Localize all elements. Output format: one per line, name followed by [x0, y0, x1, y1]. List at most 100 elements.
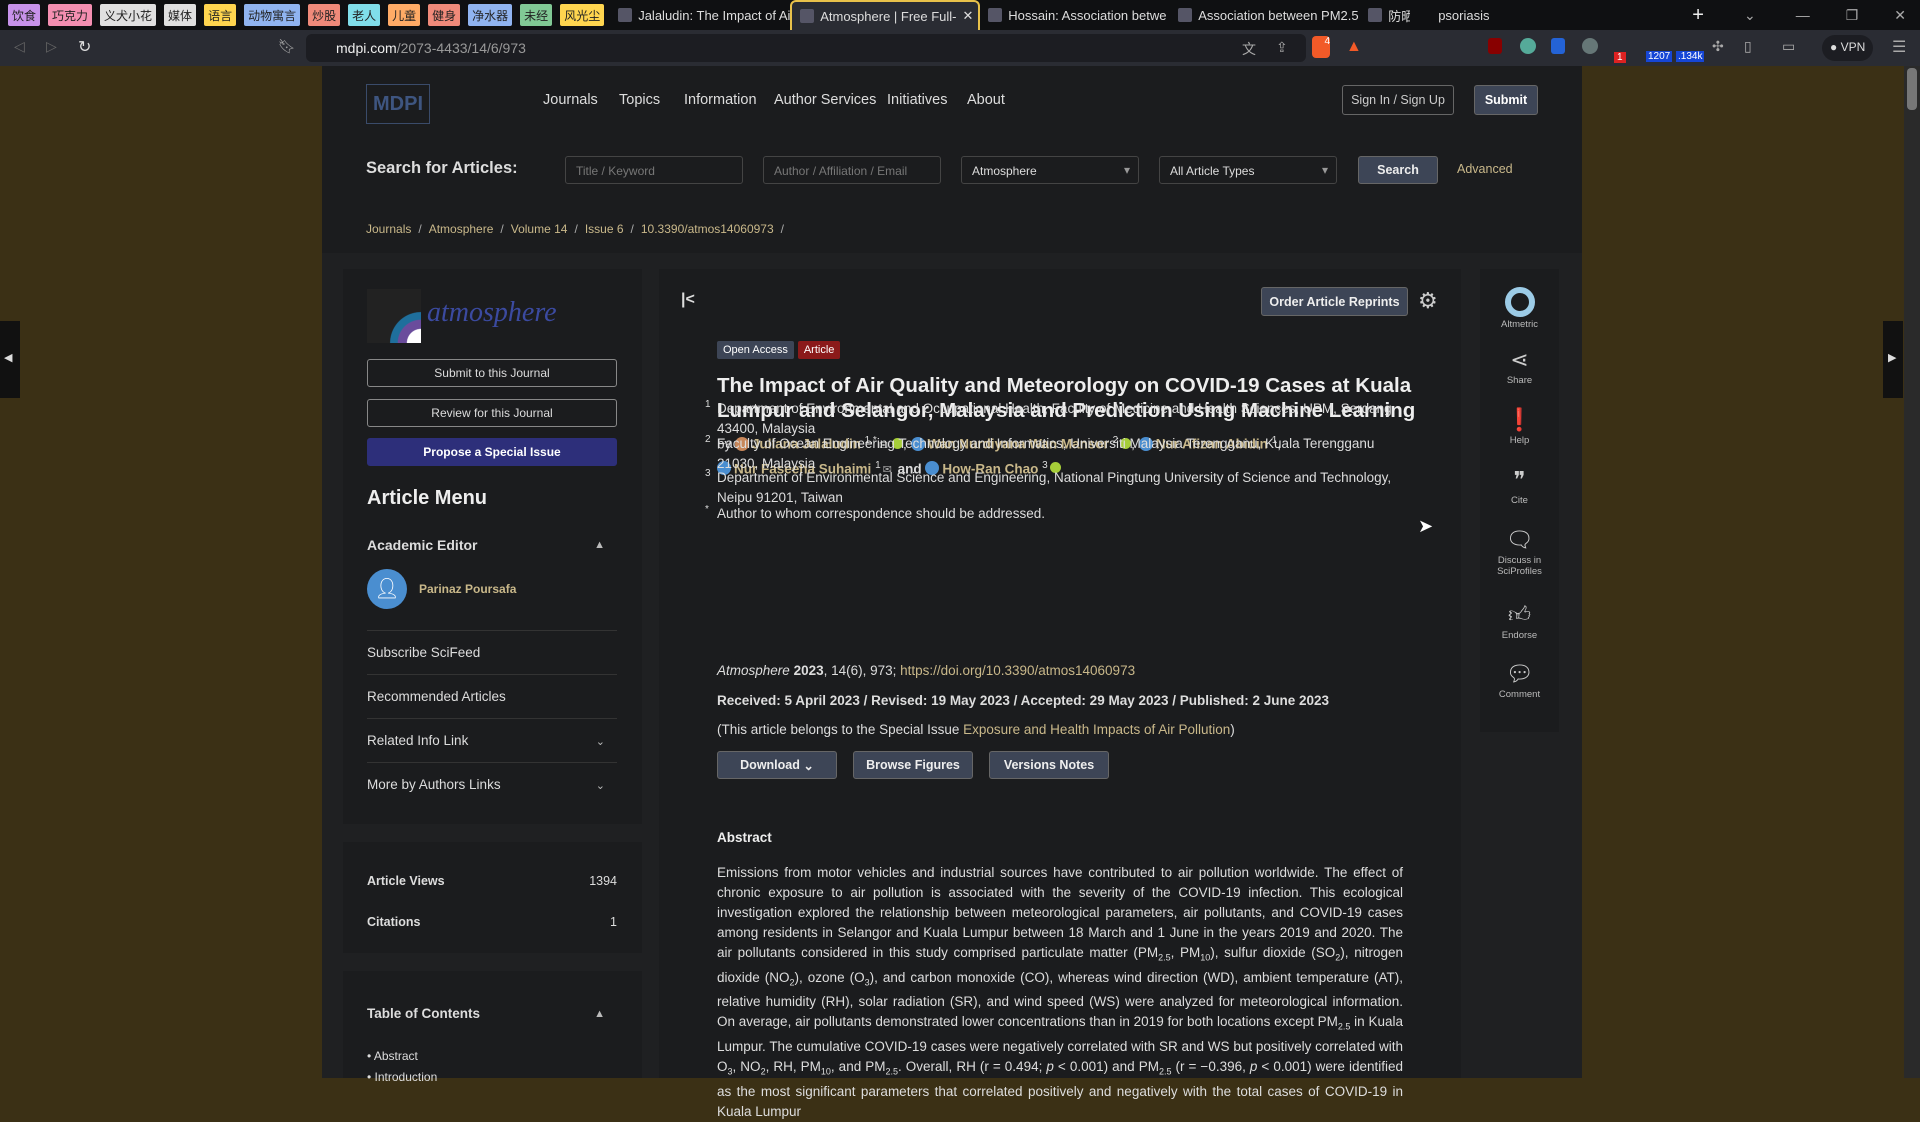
new-tab-button[interactable]: + [1692, 4, 1704, 27]
advanced-search-link[interactable]: Advanced [1457, 162, 1513, 176]
sign-in-button[interactable]: Sign In / Sign Up [1342, 85, 1454, 115]
toc-item[interactable]: • Abstract [367, 1049, 418, 1063]
scrollbar[interactable] [1904, 66, 1920, 1078]
sidebar-tool-discuss[interactable]: 🗨︎ Discuss in SciProfiles [1480, 527, 1559, 577]
journal-cover-logo[interactable] [367, 289, 421, 343]
academic-editor-toggle[interactable]: Academic Editor ▲ [367, 537, 617, 553]
article-menu-item[interactable]: Subscribe SciFeed [367, 630, 617, 674]
right-panel-toggle[interactable]: ▶ [1883, 321, 1903, 398]
nav-initiatives[interactable]: Initiatives [887, 92, 947, 108]
stat-row[interactable]: Article Views 1394 [367, 874, 617, 888]
nav-about[interactable]: About [967, 92, 1005, 108]
address-bar[interactable]: mdpi.com/2073-4433/14/6/973 [306, 34, 1306, 62]
doi-link[interactable]: https://doi.org/10.3390/atmos14060973 [900, 663, 1135, 678]
bookmark-folder[interactable]: 未经 [520, 4, 553, 26]
article-type-select[interactable]: All Article Types [1159, 156, 1337, 184]
journal-select[interactable]: Atmosphere [961, 156, 1139, 184]
breadcrumb-item[interactable]: 10.3390/atmos14060973 [641, 222, 774, 236]
sidebar-tool-altmetric[interactable]: ◯ Altmetric [1480, 287, 1559, 330]
back-button[interactable]: ◁ [14, 38, 25, 55]
nav-author-services[interactable]: Author Services [774, 92, 876, 108]
extension-badge[interactable]: 1 [1614, 52, 1626, 63]
editor-name-link[interactable]: Parinaz Poursafa [419, 582, 516, 596]
translate-icon[interactable]: 文 [1242, 39, 1256, 59]
collapse-sidebar-icon[interactable]: |< [681, 291, 695, 309]
toc-item[interactable]: • Introduction [367, 1070, 437, 1084]
menu-icon[interactable]: ☰ [1892, 37, 1906, 57]
bookmark-folder[interactable]: 语言 [204, 4, 237, 26]
author-input[interactable]: Author / Affiliation / Email [763, 156, 941, 184]
propose-special-issue-button[interactable]: Propose a Special Issue [367, 438, 617, 466]
browser-tab[interactable]: Jalaludin: The Impact of Air [610, 0, 790, 30]
extension-spy-icon[interactable] [1582, 38, 1598, 54]
bookmark-folder[interactable]: 巧克力 [48, 4, 93, 26]
order-reprints-button[interactable]: Order Article Reprints [1261, 287, 1408, 316]
sidebar-icon[interactable]: ▯ [1744, 38, 1752, 55]
left-panel-toggle[interactable]: ◀ [0, 321, 20, 398]
tab-close-icon[interactable]: ✕ [963, 8, 974, 24]
bookmark-folder[interactable]: 媒体 [164, 4, 197, 26]
vpn-button[interactable]: ● VPN [1822, 35, 1874, 61]
breadcrumb-item[interactable]: Atmosphere [429, 222, 494, 236]
toc-toggle[interactable]: Table of Contents ▲ [367, 1006, 617, 1021]
browser-tab[interactable]: psoriasis [1410, 0, 1580, 30]
share-page-icon[interactable]: ⇪ [1276, 39, 1288, 56]
bookmark-folder[interactable]: 净水器 [468, 4, 513, 26]
breadcrumb-item[interactable]: Journals [366, 222, 411, 236]
ublock-icon[interactable] [1488, 38, 1502, 54]
breadcrumb-item[interactable]: Volume 14 [511, 222, 568, 236]
special-issue-link[interactable]: Exposure and Health Impacts of Air Pollu… [963, 722, 1230, 737]
article-menu-item[interactable]: Recommended Articles [367, 674, 617, 718]
tab-search-icon[interactable]: ⌄ [1744, 7, 1756, 24]
mdpi-logo[interactable]: MDPI [366, 84, 430, 124]
bookmark-folder[interactable]: 风光尘 [560, 4, 605, 26]
extension-icon[interactable] [1520, 38, 1536, 54]
brave-shield-icon[interactable]: 4 [1312, 36, 1330, 58]
browser-tab[interactable]: Hossain: Association betwe [980, 0, 1170, 30]
journal-name[interactable]: atmosphere [427, 297, 557, 329]
bookmark-folder[interactable]: 义犬小花 [100, 4, 157, 26]
versions-notes-button[interactable]: Versions Notes [989, 751, 1109, 779]
bookmark-folder[interactable]: 炒股 [308, 4, 341, 26]
browser-tab[interactable]: Atmosphere | Free Full- ✕ [790, 0, 981, 30]
restore-button[interactable]: ❐ [1846, 7, 1859, 24]
sidebar-tool-share[interactable]: ⋖ Share [1480, 347, 1559, 386]
bookmark-folder[interactable]: 儿童 [388, 4, 421, 26]
nav-topics[interactable]: Topics [619, 92, 660, 108]
breadcrumb-item[interactable]: Issue 6 [585, 222, 624, 236]
sidebar-tool-comment[interactable]: 💬︎ Comment [1480, 661, 1559, 700]
bookmark-folder[interactable]: 健身 [428, 4, 461, 26]
settings-gear-icon[interactable]: ⚙ [1418, 288, 1438, 314]
submit-button[interactable]: Submit [1474, 85, 1538, 115]
submit-to-journal-button[interactable]: Submit to this Journal [367, 359, 617, 387]
close-window-button[interactable]: ✕ [1894, 7, 1906, 24]
bookmark-icon[interactable]: 🔖︎ [278, 38, 296, 55]
wallet-icon[interactable]: ▭ [1782, 38, 1795, 55]
extensions-icon[interactable]: ✣ [1712, 38, 1724, 55]
bookmark-folder[interactable]: 老人 [348, 4, 381, 26]
search-button[interactable]: Search [1358, 156, 1438, 184]
nav-journals[interactable]: Journals [543, 92, 598, 108]
extension-badge-2[interactable]: .134k [1676, 51, 1705, 62]
sidebar-tool-endorse[interactable]: 👍︎ Endorse [1480, 601, 1559, 641]
sidebar-tool-help[interactable]: ❗ Help [1480, 407, 1559, 446]
reload-button[interactable]: ↻ [78, 37, 91, 57]
scrollbar-thumb[interactable] [1907, 68, 1917, 110]
sidebar-tool-cite[interactable]: ❞ Cite [1480, 467, 1559, 506]
article-menu-item[interactable]: More by Authors Links ⌄ [367, 762, 617, 806]
title-keyword-input[interactable]: Title / Keyword [565, 156, 743, 184]
download-button[interactable]: Download ⌄ [717, 751, 837, 779]
review-for-journal-button[interactable]: Review for this Journal [367, 399, 617, 427]
browse-figures-button[interactable]: Browse Figures [853, 751, 973, 779]
browser-tab[interactable]: 防晒 [1360, 0, 1410, 30]
stat-row[interactable]: Citations 1 [367, 915, 617, 929]
forward-button[interactable]: ▷ [46, 38, 57, 55]
bookmark-folder[interactable]: 饮食 [8, 4, 41, 26]
article-menu-item[interactable]: Related Info Link ⌄ [367, 718, 617, 762]
brave-rewards-icon[interactable]: ▲ [1346, 38, 1362, 56]
browser-tab[interactable]: Association between PM2.5 [1170, 0, 1360, 30]
bookmark-folder[interactable]: 动物寓言 [244, 4, 301, 26]
nav-information[interactable]: Information [684, 92, 757, 108]
rss-badge[interactable]: 1207 [1646, 51, 1673, 62]
minimize-button[interactable]: — [1796, 7, 1810, 23]
